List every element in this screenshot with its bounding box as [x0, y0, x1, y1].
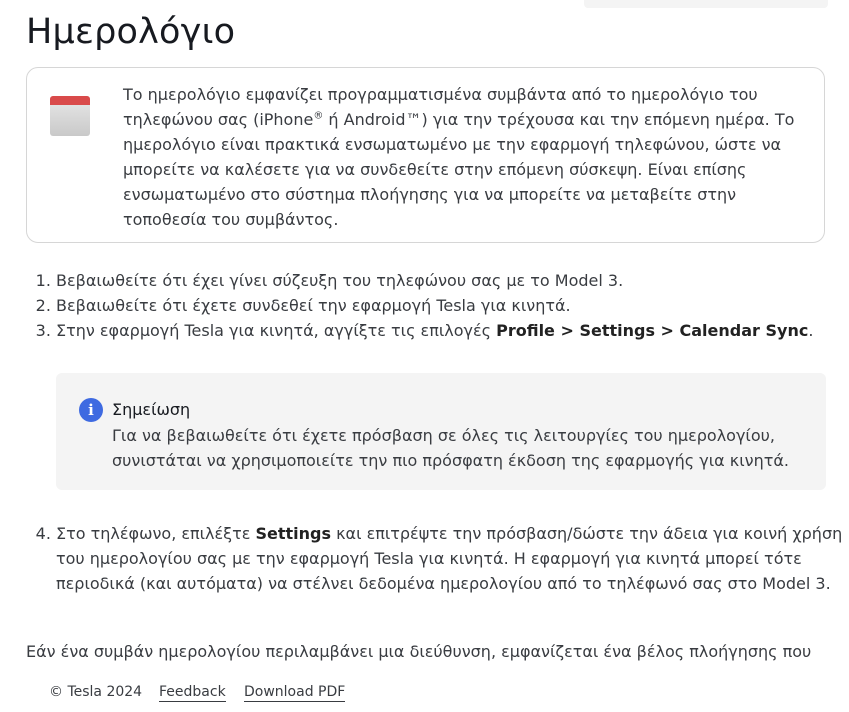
- registered-mark: ®: [313, 110, 324, 122]
- steps-list: Βεβαιωθείτε ότι έχει γίνει σύζευξη του τ…: [30, 268, 846, 343]
- intro-text: Το ημερολόγιο εμφανίζει προγραμματισμένα…: [123, 85, 795, 229]
- settings-label: Settings: [255, 524, 331, 543]
- trailing-paragraph: Εάν ένα συμβάν ημερολογίου περιλαμβάνει …: [26, 642, 812, 661]
- step-item-4: Στο τηλέφωνο, επιλέξτε Settings και επιτ…: [56, 521, 846, 596]
- step-item-1: Βεβαιωθείτε ότι έχει γίνει σύζευξη του τ…: [56, 268, 846, 293]
- note-title: Σημείωση: [112, 400, 191, 419]
- calendar-icon: [50, 96, 90, 136]
- top-search-fragment: [584, 0, 828, 8]
- intro-card: Το ημερολόγιο εμφανίζει προγραμματισμένα…: [26, 67, 825, 243]
- steps-list-continued: Στο τηλέφωνο, επιλέξτε Settings και επιτ…: [30, 521, 846, 596]
- download-pdf-link[interactable]: Download PDF: [244, 684, 346, 702]
- step-item-3: Στην εφαρμογή Tesla για κινητά, αγγίξτε …: [56, 318, 846, 343]
- footer: © Tesla 2024 Feedback Download PDF: [0, 676, 849, 712]
- step-item-2: Βεβαιωθείτε ότι έχετε συνδεθεί την εφαρμ…: [56, 293, 846, 318]
- menu-path: Profile > Settings > Calendar Sync: [496, 321, 809, 340]
- copyright-text: © Tesla 2024: [49, 684, 143, 700]
- page-title: Ημερολόγιο: [26, 12, 236, 52]
- info-icon: i: [79, 398, 103, 422]
- feedback-link[interactable]: Feedback: [159, 684, 226, 702]
- note-box: i Σημείωση Για να βεβαιωθείτε ότι έχετε …: [56, 373, 826, 490]
- note-body: Για να βεβαιωθείτε ότι έχετε πρόσβαση σε…: [112, 426, 789, 470]
